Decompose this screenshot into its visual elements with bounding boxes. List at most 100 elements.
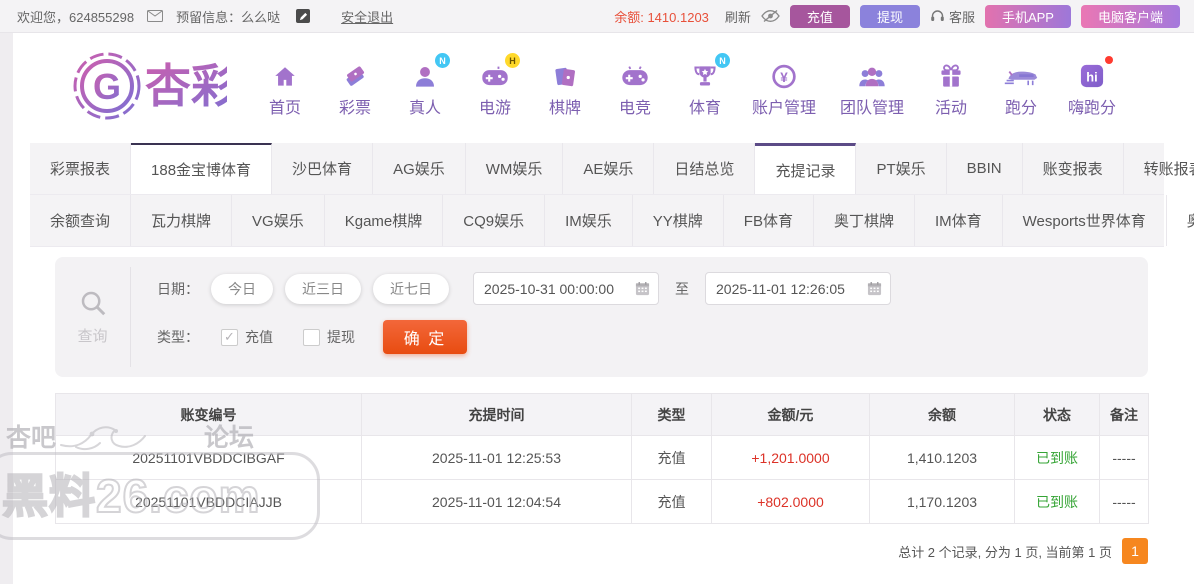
search-icon: [78, 288, 108, 318]
withdraw-checkbox-group: 提现: [303, 327, 355, 347]
query-button[interactable]: 查询: [55, 267, 131, 367]
nav-item-hi-paofen[interactable]: hi 嗨跑分: [1063, 58, 1121, 118]
nav-item-cards[interactable]: 棋牌: [537, 58, 593, 118]
svg-text:¥: ¥: [780, 70, 788, 85]
col-header-record-id: 账变编号: [56, 394, 362, 436]
tab-shaba-tiyu[interactable]: 沙巴体育: [272, 143, 373, 194]
cell-amount: +1,201.0000: [712, 436, 870, 480]
tab-zhangbian-baobiao[interactable]: 账变报表: [1023, 143, 1124, 194]
table-header-row: 账变编号 充提时间 类型 金额/元 余额 状态 备注: [56, 394, 1149, 436]
tab-yy-qipai[interactable]: YY棋牌: [633, 195, 724, 246]
balance-value: 1410.1203: [647, 10, 708, 25]
cell-balance: 1,170.1203: [870, 480, 1015, 524]
table-row: 20251101VBDDCIBGAF 2025-11-01 12:25:53 充…: [56, 436, 1149, 480]
tab-ag-yule[interactable]: AG娱乐: [373, 143, 466, 194]
filter-panel: 查询 日期： 今日 近三日 近七日 2025-10-31 00:00:00 至 …: [55, 257, 1148, 377]
tab-wesports[interactable]: Wesports世界体育: [1003, 195, 1167, 246]
tab-bbin[interactable]: BBIN: [947, 143, 1023, 194]
tab-fb-tiyu[interactable]: FB体育: [724, 195, 814, 246]
badge-h: H: [505, 53, 520, 68]
tab-im-yule[interactable]: IM娱乐: [545, 195, 633, 246]
confirm-button[interactable]: 确 定: [383, 320, 467, 354]
quick-range-3days[interactable]: 近三日: [285, 274, 361, 304]
tab-im-tiyu[interactable]: IM体育: [915, 195, 1003, 246]
tab-wali-qipai[interactable]: 瓦力棋牌: [131, 195, 232, 246]
username: 624855298: [69, 10, 134, 25]
tab-aoding-dianzi[interactable]: 奥丁电子: [1167, 195, 1194, 246]
cell-time: 2025-11-01 12:25:53: [362, 436, 632, 480]
calendar-icon[interactable]: [867, 281, 882, 296]
sports-trophy-icon: N: [687, 58, 723, 90]
calendar-icon[interactable]: [635, 281, 650, 296]
pagination: 总计 2 个记录, 分为 1 页, 当前第 1 页 1: [13, 538, 1148, 564]
col-header-remark: 备注: [1100, 394, 1149, 436]
recharge-checkbox-label[interactable]: 充值: [245, 327, 273, 347]
cell-remark: -----: [1100, 436, 1149, 480]
page-1-button[interactable]: 1: [1122, 538, 1148, 564]
nav-item-sports[interactable]: N 体育: [677, 58, 733, 118]
nav-item-slots[interactable]: H 电游: [467, 58, 523, 118]
type-filter-row: 类型： ✓ 充值 提现 确 定: [157, 320, 1148, 354]
tab-zhuanzhang-baobiao[interactable]: 转账报表: [1124, 143, 1194, 194]
refresh-link[interactable]: 刷新: [725, 7, 751, 26]
navbar: G 杏彩 首页 彩票 N 真人: [13, 33, 1194, 143]
cell-amount: +802.0000: [712, 480, 870, 524]
query-label: 查询: [77, 325, 107, 346]
nav-item-promotions[interactable]: 活动: [923, 58, 979, 118]
tab-wm-yule[interactable]: WM娱乐: [466, 143, 564, 194]
cell-status: 已到账: [1015, 480, 1100, 524]
cell-status: 已到账: [1015, 436, 1100, 480]
nav-item-esports[interactable]: 电竞: [607, 58, 663, 118]
logo-mark: G: [93, 66, 121, 107]
tab-cq9-yule[interactable]: CQ9娱乐: [443, 195, 545, 246]
service-link[interactable]: 客服: [949, 7, 975, 26]
nav-item-lottery[interactable]: 彩票: [327, 58, 383, 118]
tab-rijie-zonglan[interactable]: 日结总览: [654, 143, 755, 194]
tab-kgame-qipai[interactable]: Kgame棋牌: [325, 195, 444, 246]
site-logo[interactable]: G 杏彩: [69, 46, 227, 131]
records-table: 账变编号 充提时间 类型 金额/元 余额 状态 备注 20251101VBDDC…: [55, 393, 1149, 524]
eye-off-icon[interactable]: [761, 9, 780, 23]
pagination-summary: 总计 2 个记录, 分为 1 页, 当前第 1 页: [898, 542, 1112, 561]
nav-item-home[interactable]: 首页: [257, 58, 313, 118]
tab-caipiao-baobiao[interactable]: 彩票报表: [30, 143, 131, 194]
date-from-input[interactable]: 2025-10-31 00:00:00: [473, 272, 659, 305]
logout-link[interactable]: 安全退出: [341, 7, 393, 26]
date-to-input[interactable]: 2025-11-01 12:26:05: [705, 272, 891, 305]
type-label: 类型：: [157, 327, 199, 347]
envelope-icon[interactable]: [147, 10, 163, 22]
cell-balance: 1,410.1203: [870, 436, 1015, 480]
nav-item-live[interactable]: N 真人: [397, 58, 453, 118]
tab-pt-yule[interactable]: PT娱乐: [856, 143, 946, 194]
withdraw-checkbox-label[interactable]: 提现: [327, 327, 355, 347]
table-row: 20251101VBDDCIAJJB 2025-11-01 12:04:54 充…: [56, 480, 1149, 524]
tab-ae-yule[interactable]: AE娱乐: [563, 143, 654, 194]
mobile-app-button[interactable]: 手机APP: [985, 5, 1071, 28]
nav-item-team[interactable]: 团队管理: [835, 58, 909, 118]
recharge-checkbox[interactable]: ✓: [221, 329, 238, 346]
cell-remark: -----: [1100, 480, 1149, 524]
nav-item-account[interactable]: ¥ 账户管理: [747, 58, 821, 118]
tab-yue-chaxun[interactable]: 余额查询: [30, 195, 131, 246]
withdraw-checkbox[interactable]: [303, 329, 320, 346]
report-tabs: 彩票报表 188金宝博体育 沙巴体育 AG娱乐 WM娱乐 AE娱乐 日结总览 充…: [30, 143, 1164, 247]
recharge-button[interactable]: 充值: [790, 5, 850, 28]
withdraw-button[interactable]: 提现: [860, 5, 920, 28]
cell-record-id: 20251101VBDDCIBGAF: [56, 436, 362, 480]
recharge-checkbox-group: ✓ 充值: [221, 327, 273, 347]
tab-aoding-qipai[interactable]: 奥丁棋牌: [814, 195, 915, 246]
hi-app-icon: hi: [1074, 58, 1110, 90]
quick-range-today[interactable]: 今日: [211, 274, 273, 304]
tab-chongti-jilu[interactable]: 充提记录: [755, 143, 856, 194]
badge-n: N: [715, 53, 730, 68]
quick-range-7days[interactable]: 近七日: [373, 274, 449, 304]
nav-item-paofen[interactable]: 跑分: [993, 58, 1049, 118]
home-icon: [267, 58, 303, 90]
edit-pencil-icon[interactable]: [296, 9, 310, 23]
tab-vg-yule[interactable]: VG娱乐: [232, 195, 325, 246]
gift-icon: [933, 58, 969, 90]
tab-188-jinbaobo[interactable]: 188金宝博体育: [131, 143, 272, 194]
lottery-ticket-icon: [337, 58, 373, 90]
pc-client-button[interactable]: 电脑客户端: [1081, 5, 1180, 28]
cell-type: 充值: [632, 480, 712, 524]
